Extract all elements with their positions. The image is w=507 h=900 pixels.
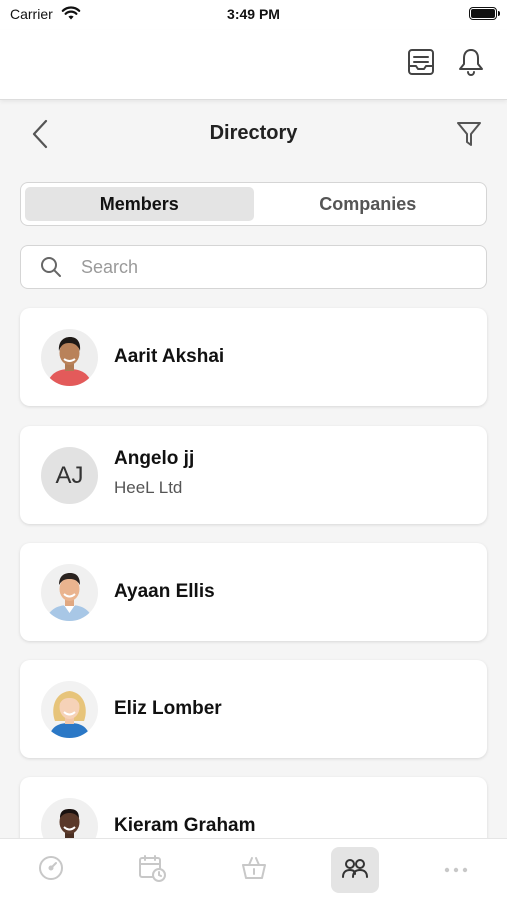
search-input[interactable] [81, 256, 441, 278]
filter-icon [456, 120, 482, 153]
tab-people[interactable] [331, 847, 379, 893]
status-bar: Carrier 3:49 PM [0, 0, 507, 30]
tab-members[interactable]: Members [25, 187, 254, 221]
avatar [41, 681, 98, 738]
member-company: HeeL Ltd [114, 478, 183, 497]
battery-icon [469, 7, 500, 20]
filter-button[interactable] [453, 120, 485, 152]
member-card[interactable]: Ayaan Ellis [20, 543, 487, 641]
member-name: Eliz Lomber [114, 698, 222, 719]
more-icon [443, 861, 469, 879]
basket-icon [240, 855, 268, 886]
search-bar[interactable] [20, 245, 487, 289]
member-card[interactable]: AJ Angelo jj HeeL Ltd [20, 426, 487, 524]
dashboard-icon [38, 855, 64, 886]
tab-dashboard[interactable] [27, 847, 75, 893]
chevron-left-icon [31, 119, 49, 154]
back-button[interactable] [26, 119, 54, 154]
tab-calendar[interactable] [128, 847, 176, 893]
search-icon [39, 255, 63, 279]
members-companies-segmented-control: Members Companies [20, 182, 487, 226]
people-icon [341, 856, 369, 885]
member-name: Ayaan Ellis [114, 581, 215, 602]
status-time: 3:49 PM [227, 6, 280, 22]
member-card[interactable]: Eliz Lomber [20, 660, 487, 758]
app-header [0, 30, 507, 100]
avatar: AJ [41, 447, 98, 504]
member-name: Kieram Graham [114, 815, 256, 836]
member-name: Angelo jj [114, 448, 195, 469]
calendar-clock-icon [137, 854, 167, 887]
tab-more[interactable] [432, 847, 480, 893]
page-title: Directory [209, 122, 298, 144]
tab-companies[interactable]: Companies [254, 187, 483, 221]
bell-icon[interactable] [455, 46, 487, 78]
navigation-bar: Directory [0, 100, 507, 172]
avatar [41, 564, 98, 621]
member-card[interactable]: Aarit Akshai [20, 308, 487, 406]
member-name: Aarit Akshai [114, 346, 225, 367]
tab-basket[interactable] [230, 847, 278, 893]
document-list-icon[interactable] [405, 46, 437, 78]
avatar [41, 329, 98, 386]
bottom-tab-bar [0, 838, 507, 900]
